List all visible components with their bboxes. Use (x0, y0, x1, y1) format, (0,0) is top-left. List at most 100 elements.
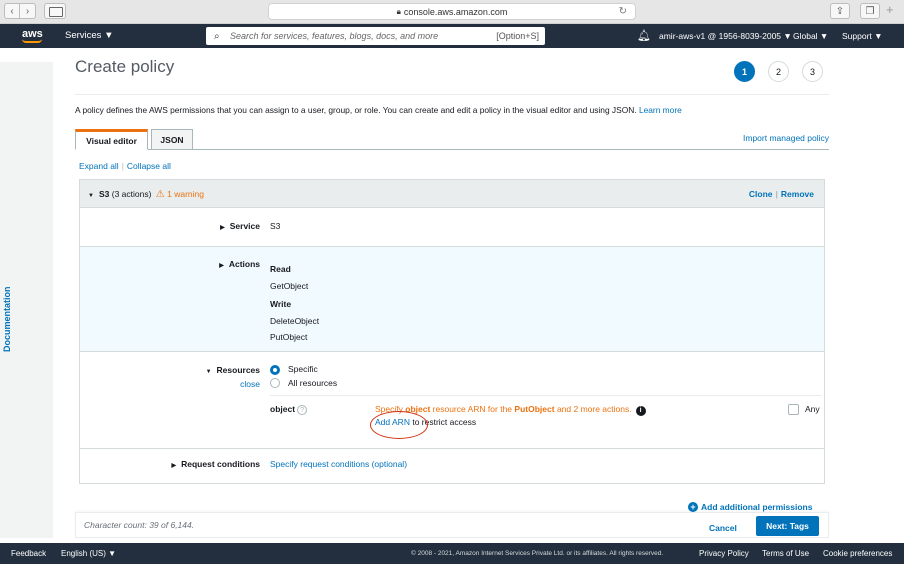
aws-console-header: aws Services ▼ ⌕ Search for services, fe… (0, 24, 904, 48)
warning-icon: ⚠ (155, 189, 165, 200)
actions-list: Read GetObject Write DeleteObject PutObj… (270, 261, 319, 346)
feedback-link[interactable]: Feedback (11, 549, 46, 558)
request-conditions-link[interactable]: Specify request conditions (optional) (270, 459, 407, 469)
any-checkbox[interactable] (788, 404, 799, 415)
cookie-preferences-link[interactable]: Cookie preferences (823, 549, 892, 558)
services-menu[interactable]: Services ▼ (65, 30, 113, 41)
any-checkbox-label[interactable]: Any (805, 404, 820, 414)
caret-right-icon: ▶ (219, 263, 224, 269)
search-shortcut: [Option+S] (496, 31, 539, 41)
support-menu[interactable]: Support ▼ (842, 31, 883, 41)
panel-title[interactable]: ▼ S3 (3 actions) ⚠ 1 warning (88, 189, 204, 200)
remove-button[interactable]: Remove (781, 189, 814, 199)
action-item: GetObject (270, 280, 309, 291)
specific-radio[interactable] (270, 365, 280, 375)
arn-warning-part: resource ARN for the (432, 404, 513, 414)
tab-json[interactable]: JSON (151, 129, 193, 150)
new-tab-button[interactable]: + (886, 2, 894, 17)
browser-toolbar: ‹ › 🔒︎ console.aws.amazon.com ↻ ⇪ ❐ + (0, 0, 904, 24)
help-icon[interactable]: ? (297, 405, 308, 415)
panel-service-name: S3 (98, 189, 110, 199)
cancel-button[interactable]: Cancel (709, 523, 737, 533)
actions-row-label[interactable]: ▶ Actions (207, 259, 260, 269)
documentation-rail: Documentation (0, 62, 53, 538)
warning-count[interactable]: 1 warning (167, 189, 204, 199)
divider (270, 395, 822, 396)
tabs-overview-icon[interactable]: ❐ (860, 3, 880, 19)
wizard-steps: 1 2 3 (734, 61, 823, 82)
tab-visual-editor[interactable]: Visual editor (75, 129, 148, 150)
access-level-read: Read (270, 264, 291, 274)
step-1: 1 (734, 61, 755, 82)
specific-radio-label[interactable]: Specific (288, 364, 318, 374)
action-item: PutObject (270, 332, 308, 342)
caret-down-icon: ▼ (205, 369, 212, 375)
all-resources-radio-label[interactable]: All resources (288, 378, 337, 388)
all-resources-radio[interactable] (270, 378, 280, 388)
access-level-write: Write (270, 299, 292, 309)
bell-icon[interactable]: 🔔︎ (637, 29, 651, 42)
add-permissions-label: Add additional permissions (701, 502, 813, 512)
learn-more-link[interactable]: Learn more (639, 105, 682, 115)
clone-button[interactable]: Clone (749, 189, 773, 199)
request-conditions-label: Request conditions (181, 459, 260, 469)
caret-right-icon: ▶ (220, 225, 225, 231)
account-menu[interactable]: amir-aws-v1 @ 1956-8039-2005 ▼ (659, 31, 792, 41)
terms-of-use-link[interactable]: Terms of Use (762, 549, 809, 558)
panel-actions: Clone | Remove (748, 189, 814, 199)
plus-circle-icon: + (688, 502, 698, 512)
expand-collapse-links: Expand all | Collapse all (79, 161, 171, 171)
lock-icon: 🔒︎ (396, 6, 401, 16)
next-tags-button[interactable]: Next: Tags (756, 516, 819, 536)
region-menu[interactable]: Global ▼ (793, 31, 828, 41)
share-icon[interactable]: ⇪ (830, 3, 850, 19)
step-3: 3 (802, 61, 823, 82)
step-2: 2 (768, 61, 789, 82)
reload-icon[interactable]: ↻ (619, 6, 627, 17)
aws-logo-smile-icon (22, 39, 42, 43)
console-footer: Feedback English (US) ▼ © 2008 - 2021, A… (0, 543, 904, 564)
s3-permissions-panel: ▼ S3 (3 actions) ⚠ 1 warning Clone | Remove… (79, 179, 825, 484)
request-conditions-row-label[interactable]: ▶ Request conditions (160, 459, 261, 469)
page-title: Create policy (75, 57, 175, 76)
privacy-policy-link[interactable]: Privacy Policy (699, 549, 749, 558)
address-bar[interactable]: 🔒︎ console.aws.amazon.com ↻ (268, 3, 636, 20)
language-selector[interactable]: English (US) ▼ (61, 549, 116, 558)
action-item: DeleteObject (270, 315, 320, 326)
copyright-text: © 2008 - 2021, Amazon Internet Services … (411, 550, 664, 557)
back-button[interactable]: ‹ (4, 3, 20, 19)
action-bar: Character count: 39 of 6,144. Cancel Nex… (75, 512, 829, 538)
divider (80, 448, 824, 449)
import-managed-policy-link[interactable]: Import managed policy (743, 133, 829, 143)
resources-row-label[interactable]: ▼ Resources (196, 365, 260, 375)
object-resource-label: object? (270, 404, 308, 415)
caret-down-icon: ▼ (88, 193, 94, 199)
arn-warning-part: and 2 more actions. (556, 404, 632, 414)
character-count: Character count: 39 of 6,144. (84, 520, 195, 530)
actions-label: Actions (228, 259, 260, 269)
intro-body: A policy defines the AWS permissions tha… (75, 105, 637, 115)
search-input[interactable]: ⌕ Search for services, features, blogs, … (206, 27, 545, 45)
collapse-all-link[interactable]: Collapse all (127, 161, 171, 171)
forward-button[interactable]: › (20, 3, 36, 19)
resources-label: Resources (216, 365, 260, 375)
info-icon[interactable]: i (635, 406, 646, 416)
actions-section: ▶ Actions Read GetObject Write DeleteObje… (80, 246, 824, 352)
resources-close-link[interactable]: close (230, 379, 260, 389)
search-placeholder: Search for services, features, blogs, do… (230, 31, 439, 41)
arn-warning-action: PutObject (514, 404, 555, 414)
sidebar-toggle-icon[interactable] (44, 3, 66, 19)
nav-buttons: ‹ › (4, 3, 36, 19)
divider (75, 94, 829, 95)
service-row-label[interactable]: ▶ Service (207, 221, 260, 231)
url-text: console.aws.amazon.com (403, 6, 508, 17)
documentation-tab[interactable]: Documentation (2, 286, 12, 352)
expand-all-link[interactable]: Expand all (79, 161, 119, 171)
add-additional-permissions-button[interactable]: + Add additional permissions (688, 502, 812, 512)
annotation-circle (370, 411, 428, 439)
service-value: S3 (270, 221, 281, 231)
caret-right-icon: ▶ (171, 463, 177, 469)
search-icon: ⌕ (214, 30, 220, 42)
intro-text: A policy defines the AWS permissions tha… (75, 105, 682, 115)
panel-header[interactable]: ▼ S3 (3 actions) ⚠ 1 warning Clone | Remove (80, 180, 824, 208)
